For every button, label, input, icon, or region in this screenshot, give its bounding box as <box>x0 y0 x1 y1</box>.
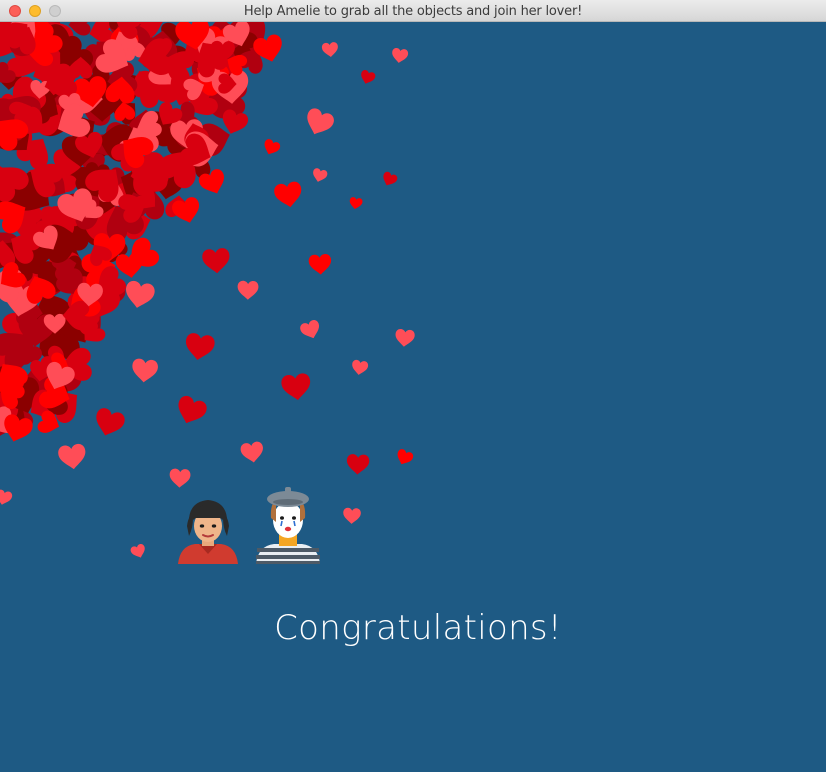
heart-particle <box>96 408 125 436</box>
heart-particle <box>349 197 363 210</box>
heart-particle <box>178 395 207 424</box>
heart-particle <box>202 248 230 274</box>
heart-particle <box>115 252 143 278</box>
heart-particle <box>397 449 414 465</box>
heart-particle <box>126 280 155 308</box>
heart-particle <box>300 320 320 339</box>
game-canvas[interactable]: Congratulations! <box>0 22 826 772</box>
heart-particle <box>395 329 415 347</box>
heart-particle <box>308 254 332 275</box>
heart-particle <box>130 543 145 558</box>
heart-particle <box>240 441 263 463</box>
heart-particle <box>274 181 302 208</box>
app-window: Help Amelie to grab all the objects and … <box>0 0 826 772</box>
heart-particle <box>132 358 158 383</box>
heart-particle <box>313 168 328 182</box>
lover-character-icon <box>256 487 320 564</box>
heart-particle <box>321 42 338 57</box>
amelie-character-icon <box>178 500 238 564</box>
heart-particle <box>383 171 398 186</box>
heart-particle <box>392 47 409 63</box>
heart-particle <box>186 333 215 360</box>
heart-particle <box>0 489 13 505</box>
heart-particle <box>58 443 86 470</box>
title-bar: Help Amelie to grab all the objects and … <box>0 0 826 22</box>
heart-particle <box>169 468 191 488</box>
heart-particle <box>346 454 370 475</box>
heart-particle <box>352 359 369 375</box>
heart-particle <box>343 507 361 524</box>
heart-particle <box>361 70 376 84</box>
congratulations-message: Congratulations! <box>274 608 562 648</box>
window-title: Help Amelie to grab all the objects and … <box>243 4 583 19</box>
heart-particle <box>307 108 334 135</box>
heart-particle <box>281 373 311 401</box>
heart-particle <box>237 280 259 300</box>
heart-particle <box>264 139 281 155</box>
heart-cluster <box>0 22 415 558</box>
